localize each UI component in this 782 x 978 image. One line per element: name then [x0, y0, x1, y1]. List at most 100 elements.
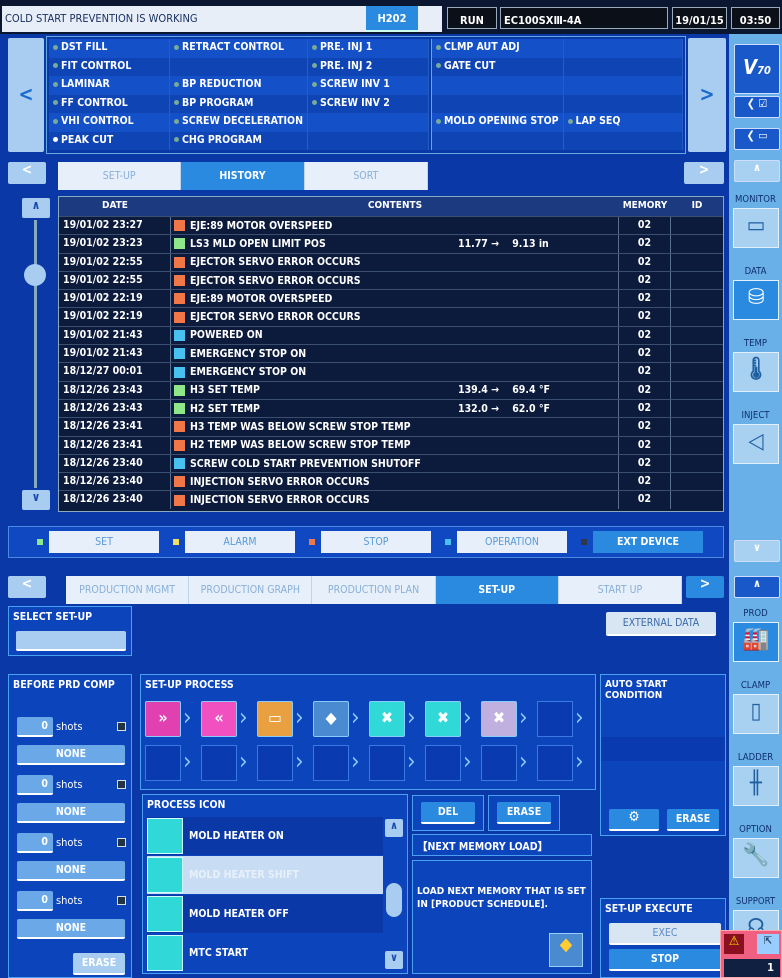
empty-process-slot[interactable]	[313, 745, 349, 781]
function-item[interactable]: BP REDUCTION	[170, 76, 308, 95]
history-scrollbar-thumb[interactable]	[24, 264, 46, 286]
table-row[interactable]: 18/12/26 23:41 H2 TEMP WAS BELOW SCREW ST…	[59, 435, 723, 454]
table-row[interactable]: 18/12/26 23:43 H2 SET TEMP 132.0 → 62.0 °F…	[59, 398, 723, 418]
history-scrollbar-track[interactable]	[34, 220, 37, 488]
empty-process-slot[interactable]	[425, 745, 461, 781]
function-item[interactable]: PEAK CUT	[49, 131, 170, 150]
function-item[interactable]: RETRACT CONTROL	[170, 39, 308, 58]
expand-icon[interactable]: ⇱	[757, 934, 779, 954]
tab-history[interactable]: HISTORY	[181, 162, 305, 190]
mold-heater-shift-icon[interactable]: ▭	[257, 701, 293, 737]
before-prd-erase-button[interactable]: ERASE	[73, 953, 125, 975]
shots-input[interactable]: 0	[17, 775, 53, 795]
injection-icon[interactable]: ◁	[733, 424, 779, 464]
process-scroll-thumb[interactable]	[386, 883, 402, 917]
checkbox[interactable]	[117, 780, 126, 789]
monitor-toggle-button[interactable]: ❮ ▭	[734, 128, 780, 150]
shots-input[interactable]: 0	[17, 833, 53, 853]
table-row[interactable]: 19/01/02 22:19 EJECTOR SERVO ERROR OCCURS…	[59, 307, 723, 326]
mode-button[interactable]: NONE	[17, 745, 125, 765]
process-list-item[interactable]: MOLD HEATER ON	[147, 817, 383, 855]
shots-input[interactable]: 0	[17, 717, 53, 737]
process-scroll-up[interactable]: ∧	[385, 819, 403, 837]
stop-button[interactable]: STOP	[609, 949, 721, 971]
function-item[interactable]: LAP SEQ	[563, 113, 683, 132]
mtc-stop-icon[interactable]: ✖	[425, 701, 461, 737]
select-setup-field[interactable]	[16, 631, 126, 651]
process-list-item[interactable]: MTC START	[147, 934, 383, 972]
empty-process-slot[interactable]	[537, 745, 573, 781]
tabs2-next-button[interactable]: >	[686, 576, 724, 598]
tab-production-graph[interactable]: PRODUCTION GRAPH	[189, 576, 313, 604]
function-item[interactable]: CLMP AUT ADJ	[432, 39, 564, 58]
filter-ext-button[interactable]: EXT DEVICE	[593, 531, 703, 553]
function-item[interactable]: FF CONTROL	[49, 94, 170, 113]
function-item[interactable]: PRE. INJ 2	[308, 57, 429, 76]
table-row[interactable]: 18/12/26 23:40 SCREW COLD START PREVENTIO…	[59, 453, 723, 473]
empty-process-slot[interactable]	[369, 745, 405, 781]
mode-button[interactable]: NONE	[17, 919, 125, 939]
filter-stop-button[interactable]: STOP	[321, 531, 431, 553]
function-item[interactable]: PRE. INJ 1	[308, 39, 429, 58]
empty-process-slot[interactable]	[145, 745, 181, 781]
mold-heater-off-icon[interactable]: ✖	[369, 701, 405, 737]
external-data-button[interactable]: EXTERNAL DATA	[606, 612, 716, 636]
exec-button[interactable]: EXEC	[609, 923, 721, 945]
table-row[interactable]: 18/12/26 23:40 INJECTION SERVO ERROR OCCU…	[59, 472, 723, 491]
function-item[interactable]: SCREW INV 1	[308, 76, 429, 95]
checkbox[interactable]	[117, 838, 126, 847]
database-icon[interactable]: ⛁	[733, 280, 779, 320]
checklist-button[interactable]: ❮ ☑	[734, 96, 780, 118]
tab-h202[interactable]: H202	[366, 6, 418, 32]
table-row[interactable]: 19/01/02 23:23 LS3 MLD OPEN LIMIT POS 11.7…	[59, 234, 723, 253]
next-memory-load-icon[interactable]: ◆	[313, 701, 349, 737]
function-item[interactable]: MOLD OPENING STOP	[432, 113, 564, 132]
empty-process-slot[interactable]	[537, 701, 573, 737]
filter-set-button[interactable]: SET	[49, 531, 159, 553]
wrench-icon[interactable]: 🔧	[733, 838, 779, 878]
function-item[interactable]: BP PROGRAM	[170, 94, 308, 113]
table-row[interactable]: 19/01/02 22:55 EJECTOR SERVO ERROR OCCURS…	[59, 270, 723, 290]
function-item[interactable]: CHG PROGRAM	[170, 131, 308, 150]
clamp-icon[interactable]: ▯	[733, 694, 779, 734]
function-item[interactable]: DST FILL	[49, 39, 170, 58]
monitor-icon[interactable]: ▭	[733, 208, 779, 248]
function-item[interactable]: FIT CONTROL	[49, 57, 170, 76]
ladder-icon[interactable]: ╫	[733, 766, 779, 806]
logo-button[interactable]: V70	[734, 44, 780, 94]
function-item[interactable]: VHI CONTROL	[49, 113, 170, 132]
function-next-button[interactable]: >	[688, 38, 726, 152]
nozzle-back-icon[interactable]: «	[201, 701, 237, 737]
gear-icon[interactable]: ⚙	[609, 809, 659, 831]
tab-production-mgmt[interactable]: PRODUCTION MGMT	[66, 576, 190, 604]
auto-start-erase-button[interactable]: ERASE	[667, 809, 719, 831]
function-item[interactable]: SCREW INV 2	[308, 94, 429, 113]
dryer-off-icon[interactable]: ✖	[481, 701, 517, 737]
table-row[interactable]: 19/01/02 21:43 EMERGENCY STOP ON 02	[59, 344, 723, 363]
filter-operation-button[interactable]: OPERATION	[457, 531, 567, 553]
process-list-item[interactable]: MOLD HEATER OFF	[147, 895, 383, 933]
function-item[interactable]: LAMINAR	[49, 76, 170, 95]
table-row[interactable]: 19/01/02 23:27 EJE:89 MOTOR OVERSPEED 02	[59, 216, 723, 235]
erase-button[interactable]: ERASE	[497, 802, 551, 824]
alarm-popup[interactable]: ⚠ ⇱ 1	[720, 930, 782, 978]
del-button[interactable]: DEL	[421, 802, 475, 824]
thermometer-icon[interactable]: 🌡	[733, 352, 779, 392]
tab-set-up[interactable]: SET-UP	[435, 576, 559, 604]
empty-process-slot[interactable]	[257, 745, 293, 781]
function-prev-button[interactable]: <	[8, 38, 44, 152]
scroll-up-button[interactable]: ∧	[734, 160, 780, 182]
scroll-up-button-2[interactable]: ∧	[734, 576, 780, 598]
table-row[interactable]: 18/12/27 00:01 EMERGENCY STOP ON 02	[59, 362, 723, 381]
factory-icon[interactable]: 🏭	[733, 622, 779, 662]
mode-button[interactable]: NONE	[17, 861, 125, 881]
tabs-next-button[interactable]: >	[684, 162, 724, 184]
process-scroll-down[interactable]: ∨	[385, 951, 403, 969]
scroll-down-button[interactable]: ∨	[734, 540, 780, 562]
filter-alarm-button[interactable]: ALARM	[185, 531, 295, 553]
empty-process-slot[interactable]	[201, 745, 237, 781]
function-item[interactable]: GATE CUT	[432, 57, 564, 76]
process-list-item[interactable]: MOLD HEATER SHIFT	[147, 856, 383, 894]
tab-start-up[interactable]: START UP	[559, 576, 683, 604]
tabs-prev-button[interactable]: <	[8, 162, 46, 184]
